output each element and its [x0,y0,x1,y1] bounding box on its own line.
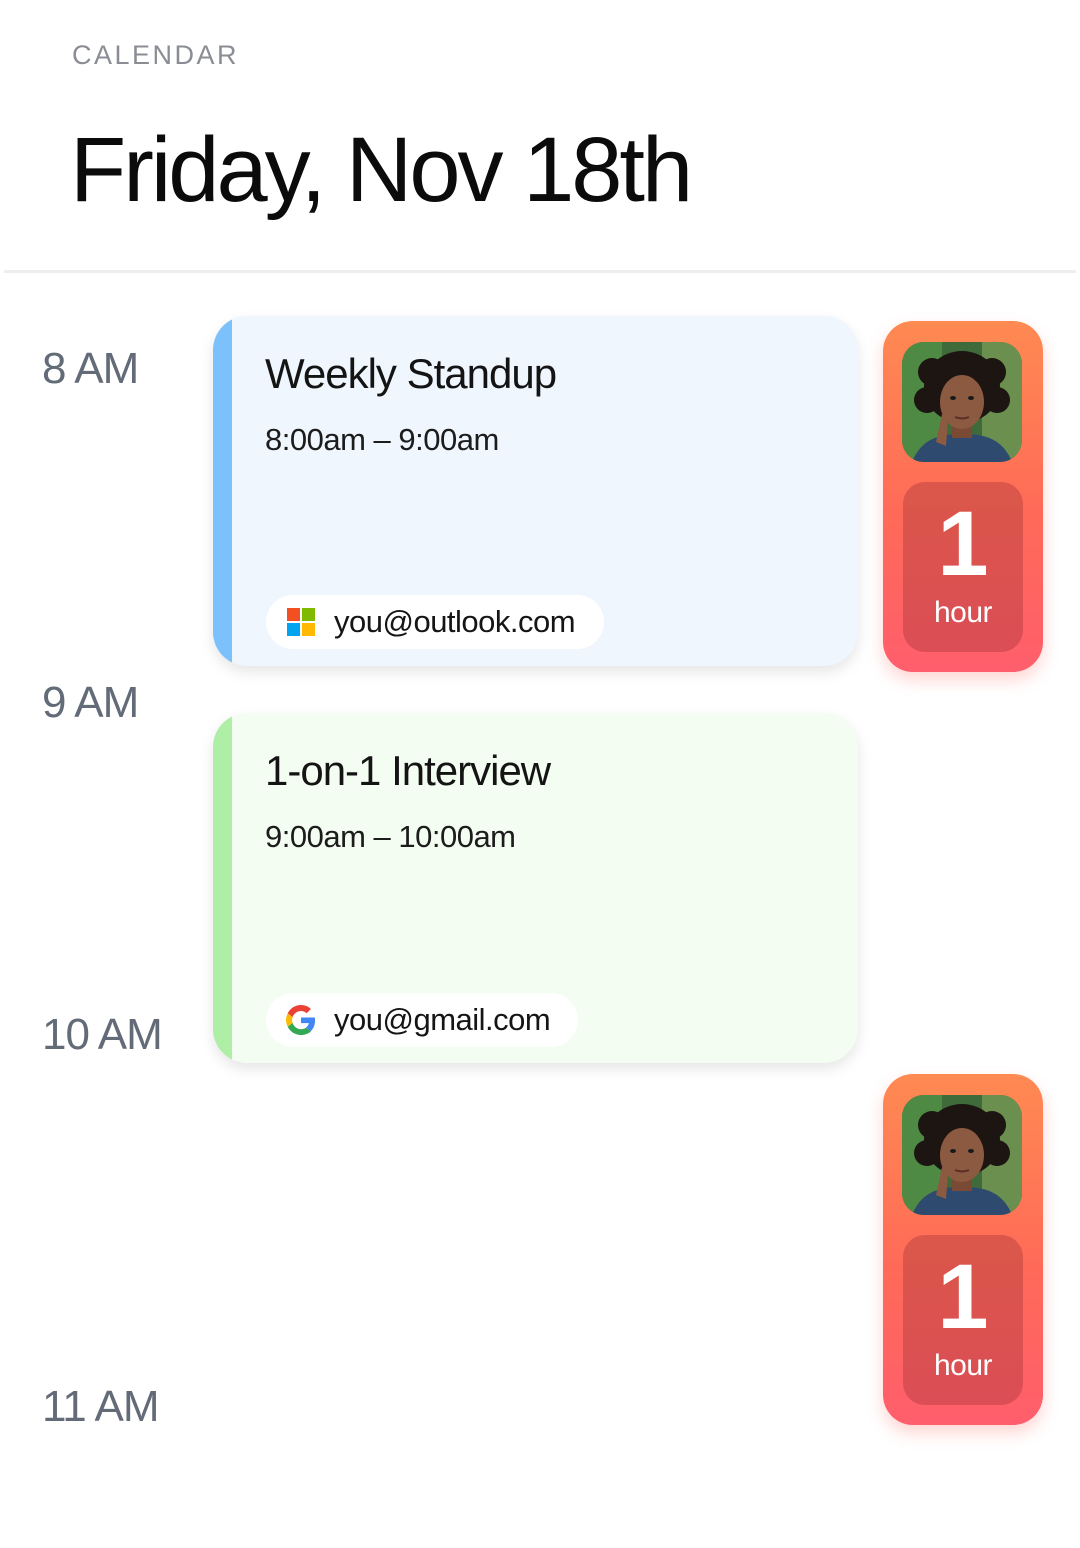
time-label-8am: 8 AM [42,344,139,393]
person-avatar [902,1095,1022,1215]
duration-widget[interactable]: 1 hour [883,1074,1043,1425]
duration-unit: hour [933,1349,993,1382]
event-title: Weekly Standup [265,350,557,397]
time-label-11am: 11 AM [42,1382,159,1431]
event-time-range: 9:00am – 10:00am [265,819,516,854]
duration-box: 1 hour [903,482,1023,652]
event-title: 1-on-1 Interview [265,747,551,794]
header-divider [4,270,1076,273]
person-avatar [902,342,1022,462]
time-label-9am: 9 AM [42,678,139,727]
account-pill-gmail: you@gmail.com [266,993,578,1047]
duration-value: 1 [937,1246,989,1348]
event-time-range: 8:00am – 9:00am [265,422,499,457]
page-title: Friday, Nov 18th [70,119,693,221]
event-accent-stripe [213,713,232,1063]
event-card-weekly-standup[interactable]: Weekly Standup 8:00am – 9:00am you@outlo… [213,316,858,666]
account-pill-outlook: you@outlook.com [266,595,604,649]
account-email: you@outlook.com [334,604,576,639]
duration-widget[interactable]: 1 hour [883,321,1043,672]
duration-unit: hour [933,596,993,629]
duration-value: 1 [937,493,989,595]
section-label: CALENDAR [72,40,240,70]
time-label-10am: 10 AM [42,1010,163,1059]
microsoft-icon [286,607,316,637]
event-card-interview[interactable]: 1-on-1 Interview 9:00am – 10:00am you@gm… [213,713,858,1063]
event-accent-stripe [213,316,232,666]
account-email: you@gmail.com [334,1002,551,1037]
duration-box: 1 hour [903,1235,1023,1405]
google-icon [286,1005,316,1035]
